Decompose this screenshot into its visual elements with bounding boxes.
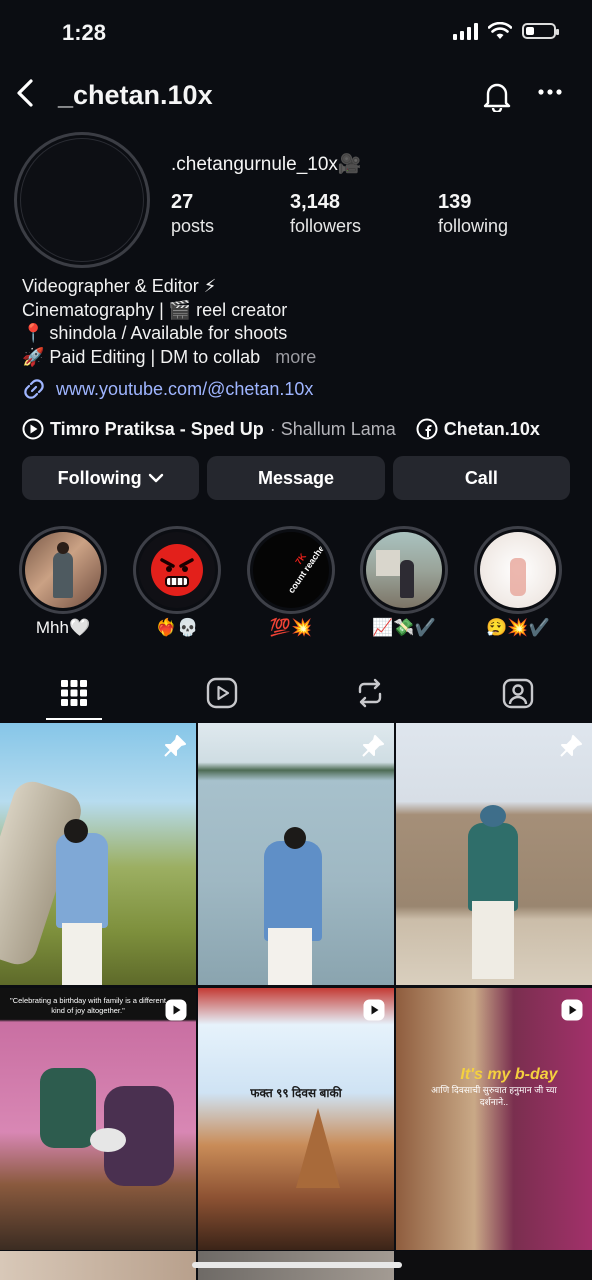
highlight-ring: count reached 7K [247, 526, 335, 614]
post-thumbnail[interactable]: "Celebrating a birthday with family is a… [0, 988, 196, 1250]
story-highlight[interactable]: ❤️‍🔥💀 [133, 526, 221, 638]
pin-icon [362, 735, 384, 757]
post-thumbnail[interactable] [198, 723, 394, 985]
highlight-ring [360, 526, 448, 614]
repost-icon [358, 678, 382, 708]
tagged-person-icon [502, 678, 534, 709]
call-button[interactable]: Call [392, 456, 570, 500]
wifi-icon [488, 22, 512, 39]
post-thumbnail[interactable]: It's my b-day आणि दिवसाची सुरुवात हनुमान… [396, 988, 592, 1250]
profile-actions: Following Message Call [22, 456, 570, 500]
message-button[interactable]: Message [207, 456, 385, 500]
story-highlight[interactable]: count reached 7K 💯💥 [247, 526, 335, 638]
highlight-caption: Mhh🤍 [35, 618, 91, 637]
highlight-cover-text: count reached [286, 538, 329, 596]
notifications-button[interactable] [482, 80, 512, 117]
highlight-cover: count reached 7K [253, 532, 329, 608]
link-text: www.youtube.com/@chetan.10x [56, 378, 314, 399]
highlight-ring [474, 526, 562, 614]
post-thumbnail[interactable]: फक्त ९९ दिवस बाकी [198, 988, 394, 1250]
more-dots-icon [538, 89, 562, 95]
highlight-ring [19, 526, 107, 614]
highlight-cover [139, 532, 215, 608]
stat-label: posts [171, 216, 215, 236]
pin-icon [164, 735, 186, 757]
profile-display-name: .chetangurnule_10x🎥 [171, 154, 362, 175]
tab-reels[interactable] [148, 664, 296, 722]
bio-line: Cinematography | 🎬 reel creator [22, 299, 288, 320]
post-overlay-text: फक्त ९९ दिवस बाकी [250, 1086, 342, 1100]
back-button[interactable] [14, 78, 36, 114]
bio-line-last: 🚀 Paid Editing | DM to collab more [22, 346, 316, 370]
post-thumbnail[interactable] [396, 723, 592, 985]
post-thumbnail-partial[interactable] [396, 1251, 592, 1280]
story-highlight[interactable]: 😮‍💨💥✔️ [474, 526, 562, 638]
battery-icon [522, 23, 559, 39]
highlight-caption: 😮‍💨💥✔️ [486, 618, 550, 637]
post-thumbnail-partial[interactable] [0, 1251, 196, 1280]
stat-label: following [438, 216, 509, 236]
cellular-signal-icon [453, 22, 478, 40]
facebook-icon [416, 418, 438, 440]
stat-followers[interactable]: 3,148 followers [290, 190, 361, 238]
chevron-down-icon [148, 473, 163, 483]
music-title[interactable]: Timro Pratiksa - Sped Up [50, 419, 264, 440]
highlight-caption: 💯💥 [269, 618, 313, 637]
bell-icon [483, 83, 511, 114]
highlight-cover [480, 532, 556, 608]
highlight-caption: ❤️‍🔥💀 [155, 618, 199, 637]
highlight-cover [25, 532, 101, 608]
stat-label: followers [290, 216, 362, 236]
highlight-cover [366, 532, 442, 608]
story-highlight[interactable]: 📈💸✔️ [360, 526, 448, 638]
following-label: Following [57, 467, 142, 488]
bio-more-link[interactable]: more [275, 347, 316, 367]
chevron-left-icon [17, 79, 33, 107]
post-overlay-text: आणि दिवसाची सुरुवात हनुमान जी च्या दर्शन… [431, 1085, 557, 1107]
stat-value: 3,148 [290, 191, 341, 213]
tab-tagged[interactable] [444, 664, 592, 722]
pin-icon [560, 735, 582, 757]
music-artist: · Shallum Lama [269, 418, 396, 439]
tab-posts-grid[interactable] [0, 664, 148, 722]
status-time: 1:28 [62, 20, 107, 45]
stat-value: 139 [438, 191, 472, 213]
profile-tabs [0, 664, 592, 722]
bio-line: 📍 shindola / Available for shoots [22, 323, 288, 343]
profile-avatar[interactable] [14, 132, 150, 268]
reel-icon [165, 999, 187, 1021]
home-indicator [192, 1262, 402, 1268]
status-icons [453, 22, 559, 40]
reel-icon [561, 999, 583, 1021]
following-button[interactable]: Following [22, 456, 200, 500]
link-icon [24, 379, 44, 399]
posts-grid: "Celebrating a birthday with family is a… [0, 723, 592, 1250]
stat-following[interactable]: 139 following [438, 190, 508, 238]
profile-music-row: Timro Pratiksa - Sped Up · Shallum Lama … [22, 418, 540, 440]
story-highlight[interactable]: Mhh🤍 [19, 526, 107, 638]
profile-header: _chetan.10x [0, 70, 592, 122]
angry-face-icon [151, 544, 203, 596]
post-thumbnail[interactable] [0, 723, 196, 985]
reel-icon [363, 999, 385, 1021]
bio-line: Videographer & Editor ⚡ [22, 276, 217, 296]
highlight-ring [133, 526, 221, 614]
reels-icon [206, 677, 238, 709]
facebook-link[interactable]: Chetan.10x [444, 419, 540, 440]
post-overlay-text: "Celebrating a birthday with family is a… [10, 996, 166, 1015]
highlight-caption: 📈💸✔️ [372, 618, 436, 637]
profile-link[interactable]: www.youtube.com/@chetan.10x [22, 377, 313, 401]
more-options-button[interactable] [538, 76, 562, 113]
stat-posts[interactable]: 27 posts [171, 190, 214, 238]
profile-bio: Videographer & Editor ⚡ Cinematography |… [22, 275, 316, 369]
post-overlay-title: It's my b-day [460, 1066, 558, 1083]
bio-line: 🚀 Paid Editing | DM to collab [22, 346, 261, 367]
grid-icon [61, 680, 87, 706]
play-circle-icon [22, 418, 44, 440]
stat-value: 27 [171, 191, 194, 213]
profile-username: _chetan.10x [58, 80, 213, 110]
tab-reposts[interactable] [296, 664, 444, 722]
